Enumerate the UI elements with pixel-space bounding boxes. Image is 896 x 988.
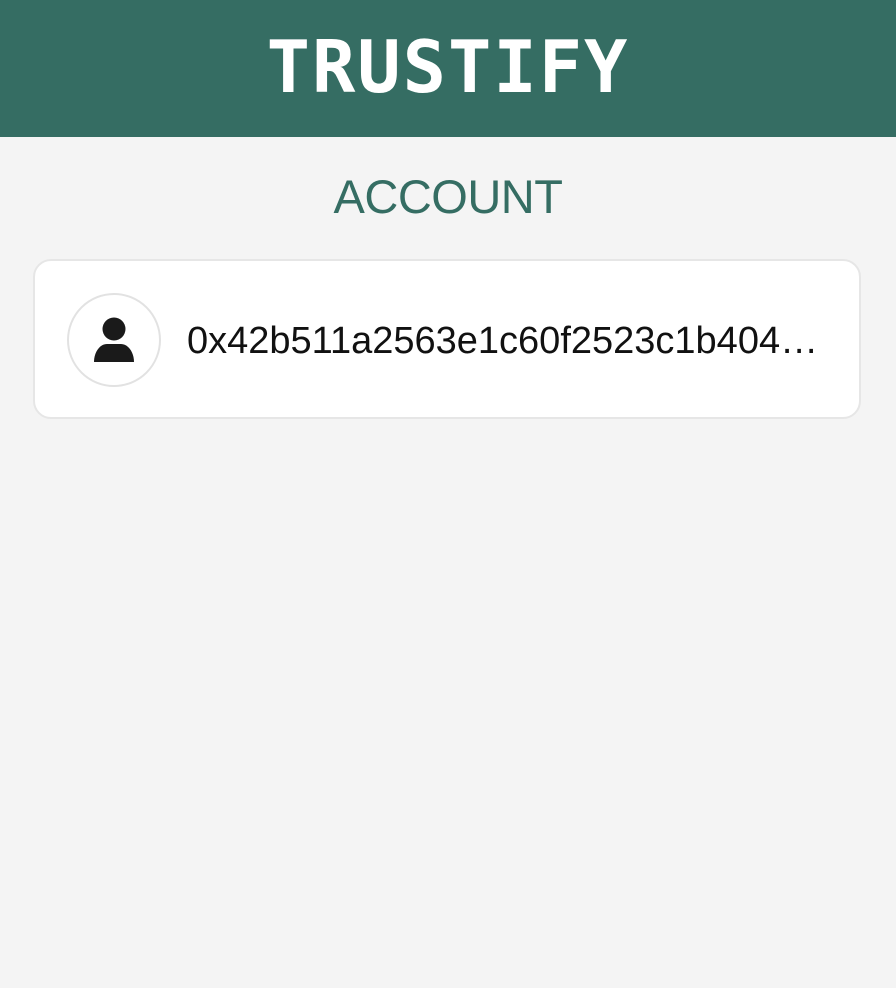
account-card[interactable]: 0x42b511a2563e1c60f2523c1b40487f4f41f08b…	[33, 259, 861, 419]
app-header: TRUSTIFY	[0, 0, 896, 137]
app-title: TRUSTIFY	[266, 24, 630, 109]
avatar	[67, 293, 161, 387]
user-icon	[94, 317, 134, 362]
section-title: ACCOUNT	[333, 170, 563, 223]
account-address: 0x42b511a2563e1c60f2523c1b40487f4f41f08b…	[187, 320, 827, 362]
